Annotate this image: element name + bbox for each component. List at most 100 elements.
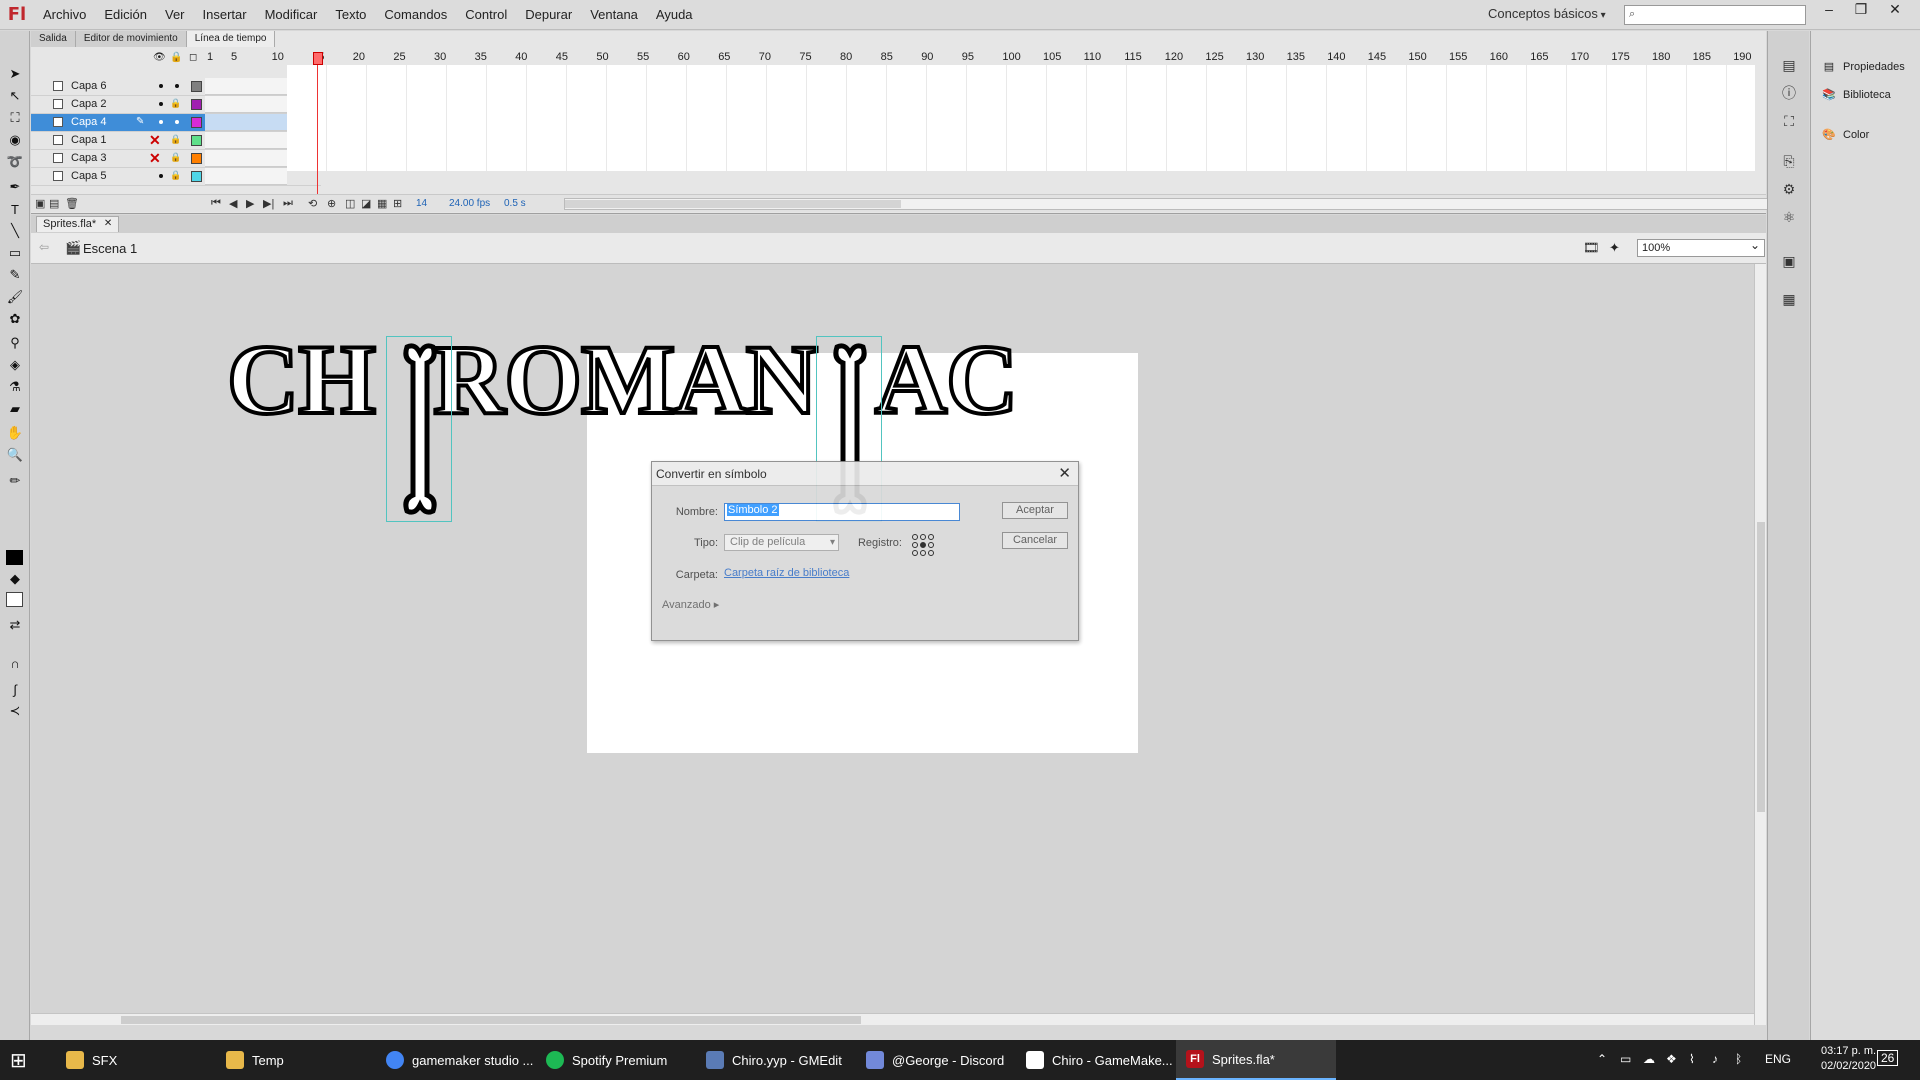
title-artwork[interactable]: CH ROMAN AC <box>225 322 1020 437</box>
chevron-up-icon[interactable]: ⌃ <box>1597 1052 1607 1066</box>
volume-icon[interactable]: ♪ <box>1712 1052 1718 1066</box>
align-icon[interactable]: ▤ <box>1779 55 1799 75</box>
lock-icon[interactable]: 🔒 <box>170 152 181 163</box>
layer-outline-color[interactable] <box>191 135 202 146</box>
bone-tool-icon[interactable]: ⚲ <box>5 333 25 353</box>
menu-ver[interactable]: Ver <box>156 0 194 30</box>
rectangle-tool-icon[interactable]: ▭ <box>5 243 25 263</box>
swatches-icon[interactable]: ▦ <box>1779 289 1799 309</box>
menu-edicion[interactable]: Edición <box>95 0 156 30</box>
hidden-x-icon[interactable]: ✕ <box>149 150 161 167</box>
first-frame-icon[interactable]: ⏮ <box>211 197 221 210</box>
text-tool-icon[interactable]: T <box>5 199 25 219</box>
visible-dot[interactable] <box>159 174 163 178</box>
frame-rate[interactable]: 24.00 fps <box>449 198 490 209</box>
visible-dot[interactable] <box>159 120 163 124</box>
color-tab[interactable]: 🎨 Color <box>1821 128 1869 141</box>
center-frame-icon[interactable]: ⊕ <box>327 197 336 210</box>
close-tab-icon[interactable]: ✕ <box>104 218 112 229</box>
minimize-button[interactable]: – <box>1814 0 1844 20</box>
workspace-switcher[interactable]: Conceptos básicos <box>1488 6 1606 21</box>
loop-icon[interactable]: ⟲ <box>308 197 317 210</box>
properties-tab[interactable]: ▤ Propiedades <box>1821 60 1905 73</box>
onion-skin-icon[interactable]: ◫ <box>345 197 355 210</box>
modify-markers-icon[interactable]: ⊞ <box>393 197 402 210</box>
subselection-tool-icon[interactable]: ↖ <box>5 86 25 106</box>
symbol-name-field[interactable]: Símbolo 2 <box>724 503 960 521</box>
tab-output[interactable]: Salida <box>31 31 76 47</box>
lock-icon[interactable]: 🔒 <box>170 52 182 63</box>
timeline-hscroll[interactable] <box>564 198 1779 210</box>
taskbar-sfx[interactable]: SFX <box>56 1040 216 1080</box>
project-icon[interactable]: ▣ <box>1779 251 1799 271</box>
library-tab[interactable]: 📚 Biblioteca <box>1821 88 1891 101</box>
menu-ventana[interactable]: Ventana <box>581 0 647 30</box>
hand-tool-icon[interactable]: ✋ <box>5 423 25 443</box>
reg-point[interactable] <box>912 534 918 540</box>
brush-tool-icon[interactable]: 🖌 <box>5 287 25 307</box>
deco-tool-icon[interactable]: ✿ <box>5 309 25 329</box>
zoom-tool-icon[interactable]: 🔍 <box>5 445 25 465</box>
layer-outline-color[interactable] <box>191 81 202 92</box>
layer-outline-color[interactable] <box>191 117 202 128</box>
edit-multiple-frames-icon[interactable]: ▦ <box>377 197 387 210</box>
reg-point[interactable] <box>928 550 934 556</box>
registration-grid[interactable] <box>912 534 934 556</box>
reg-point[interactable] <box>928 542 934 548</box>
reg-point[interactable] <box>912 550 918 556</box>
stage-area[interactable]: CH ROMAN AC <box>31 264 1766 1025</box>
taskbar-discord[interactable]: @George - Discord <box>856 1040 1016 1080</box>
zoom-select[interactable]: 100% <box>1637 237 1765 257</box>
frame-span[interactable] <box>205 150 287 167</box>
frame-span[interactable] <box>205 132 287 149</box>
eye-icon[interactable]: 👁 <box>153 52 166 63</box>
reg-point[interactable] <box>928 534 934 540</box>
lock-icon[interactable]: 🔒 <box>170 134 181 145</box>
menu-archivo[interactable]: Archivo <box>34 0 95 30</box>
menu-modificar[interactable]: Modificar <box>256 0 327 30</box>
search-input[interactable] <box>1643 8 1801 22</box>
free-transform-tool-icon[interactable]: ⛶ <box>5 108 25 128</box>
network-icon[interactable]: ⌇ <box>1689 1052 1695 1066</box>
menu-ayuda[interactable]: Ayuda <box>647 0 702 30</box>
advanced-toggle[interactable]: Avanzado ▸ <box>662 598 719 611</box>
taskbar-gamemaker[interactable]: Chiro - GameMake... <box>1016 1040 1176 1080</box>
scroll-thumb[interactable] <box>121 1016 861 1024</box>
snap-to-objects-icon[interactable]: ∩ <box>5 653 25 673</box>
frame-ruler[interactable]: 1510152025303540455055606570758085909510… <box>205 51 1755 65</box>
clock[interactable]: 03:17 p. m. 02/02/2020 <box>1821 1044 1876 1074</box>
3d-rotation-tool-icon[interactable]: ◉ <box>5 130 25 150</box>
windows-start-icon[interactable]: ⊞ <box>10 1048 27 1073</box>
onion-outlines-icon[interactable]: ◪ <box>361 197 371 210</box>
code-snippets-icon[interactable]: ⎘ <box>1779 151 1799 171</box>
edit-symbols-icon[interactable]: ✦ <box>1609 240 1620 256</box>
paint-bucket-tool-icon[interactable]: ◈ <box>5 355 25 375</box>
step-back-icon[interactable]: ◀ <box>229 197 237 210</box>
straighten-icon[interactable]: ≺ <box>5 701 25 721</box>
eyedropper-tool-icon[interactable]: ⚗ <box>5 377 25 397</box>
taskbar-temp[interactable]: Temp <box>216 1040 376 1080</box>
bone-symbol-selected[interactable] <box>386 336 452 522</box>
fill-color-swatch[interactable] <box>6 592 23 607</box>
motion-presets-icon[interactable]: ⚛ <box>1779 207 1799 227</box>
menu-comandos[interactable]: Comandos <box>375 0 456 30</box>
last-frame-icon[interactable]: ⏭ <box>283 197 293 210</box>
frame-span[interactable] <box>205 114 287 131</box>
scroll-thumb[interactable] <box>565 200 901 208</box>
line-tool-icon[interactable]: ╲ <box>5 221 25 241</box>
swap-colors-icon[interactable]: ⇄ <box>5 615 25 635</box>
document-tab[interactable]: Sprites.fla* ✕ <box>36 216 120 232</box>
frame-span[interactable] <box>205 168 287 185</box>
menu-depurar[interactable]: Depurar <box>516 0 581 30</box>
selection-tool-icon[interactable]: ➤ <box>5 64 25 84</box>
fill-color-icon[interactable]: ◆ <box>5 569 25 589</box>
cancel-button[interactable]: Cancelar <box>1002 532 1068 549</box>
taskbar-spotify[interactable]: Spotify Premium <box>536 1040 696 1080</box>
taskbar-chrome[interactable]: gamemaker studio ... <box>376 1040 536 1080</box>
stage-vscroll[interactable] <box>1754 264 1766 1025</box>
reg-point[interactable] <box>920 550 926 556</box>
reg-point-selected[interactable] <box>920 542 926 548</box>
play-icon[interactable]: ▶ <box>246 197 254 210</box>
menu-insertar[interactable]: Insertar <box>194 0 256 30</box>
close-button[interactable]: ✕ <box>1880 0 1910 20</box>
